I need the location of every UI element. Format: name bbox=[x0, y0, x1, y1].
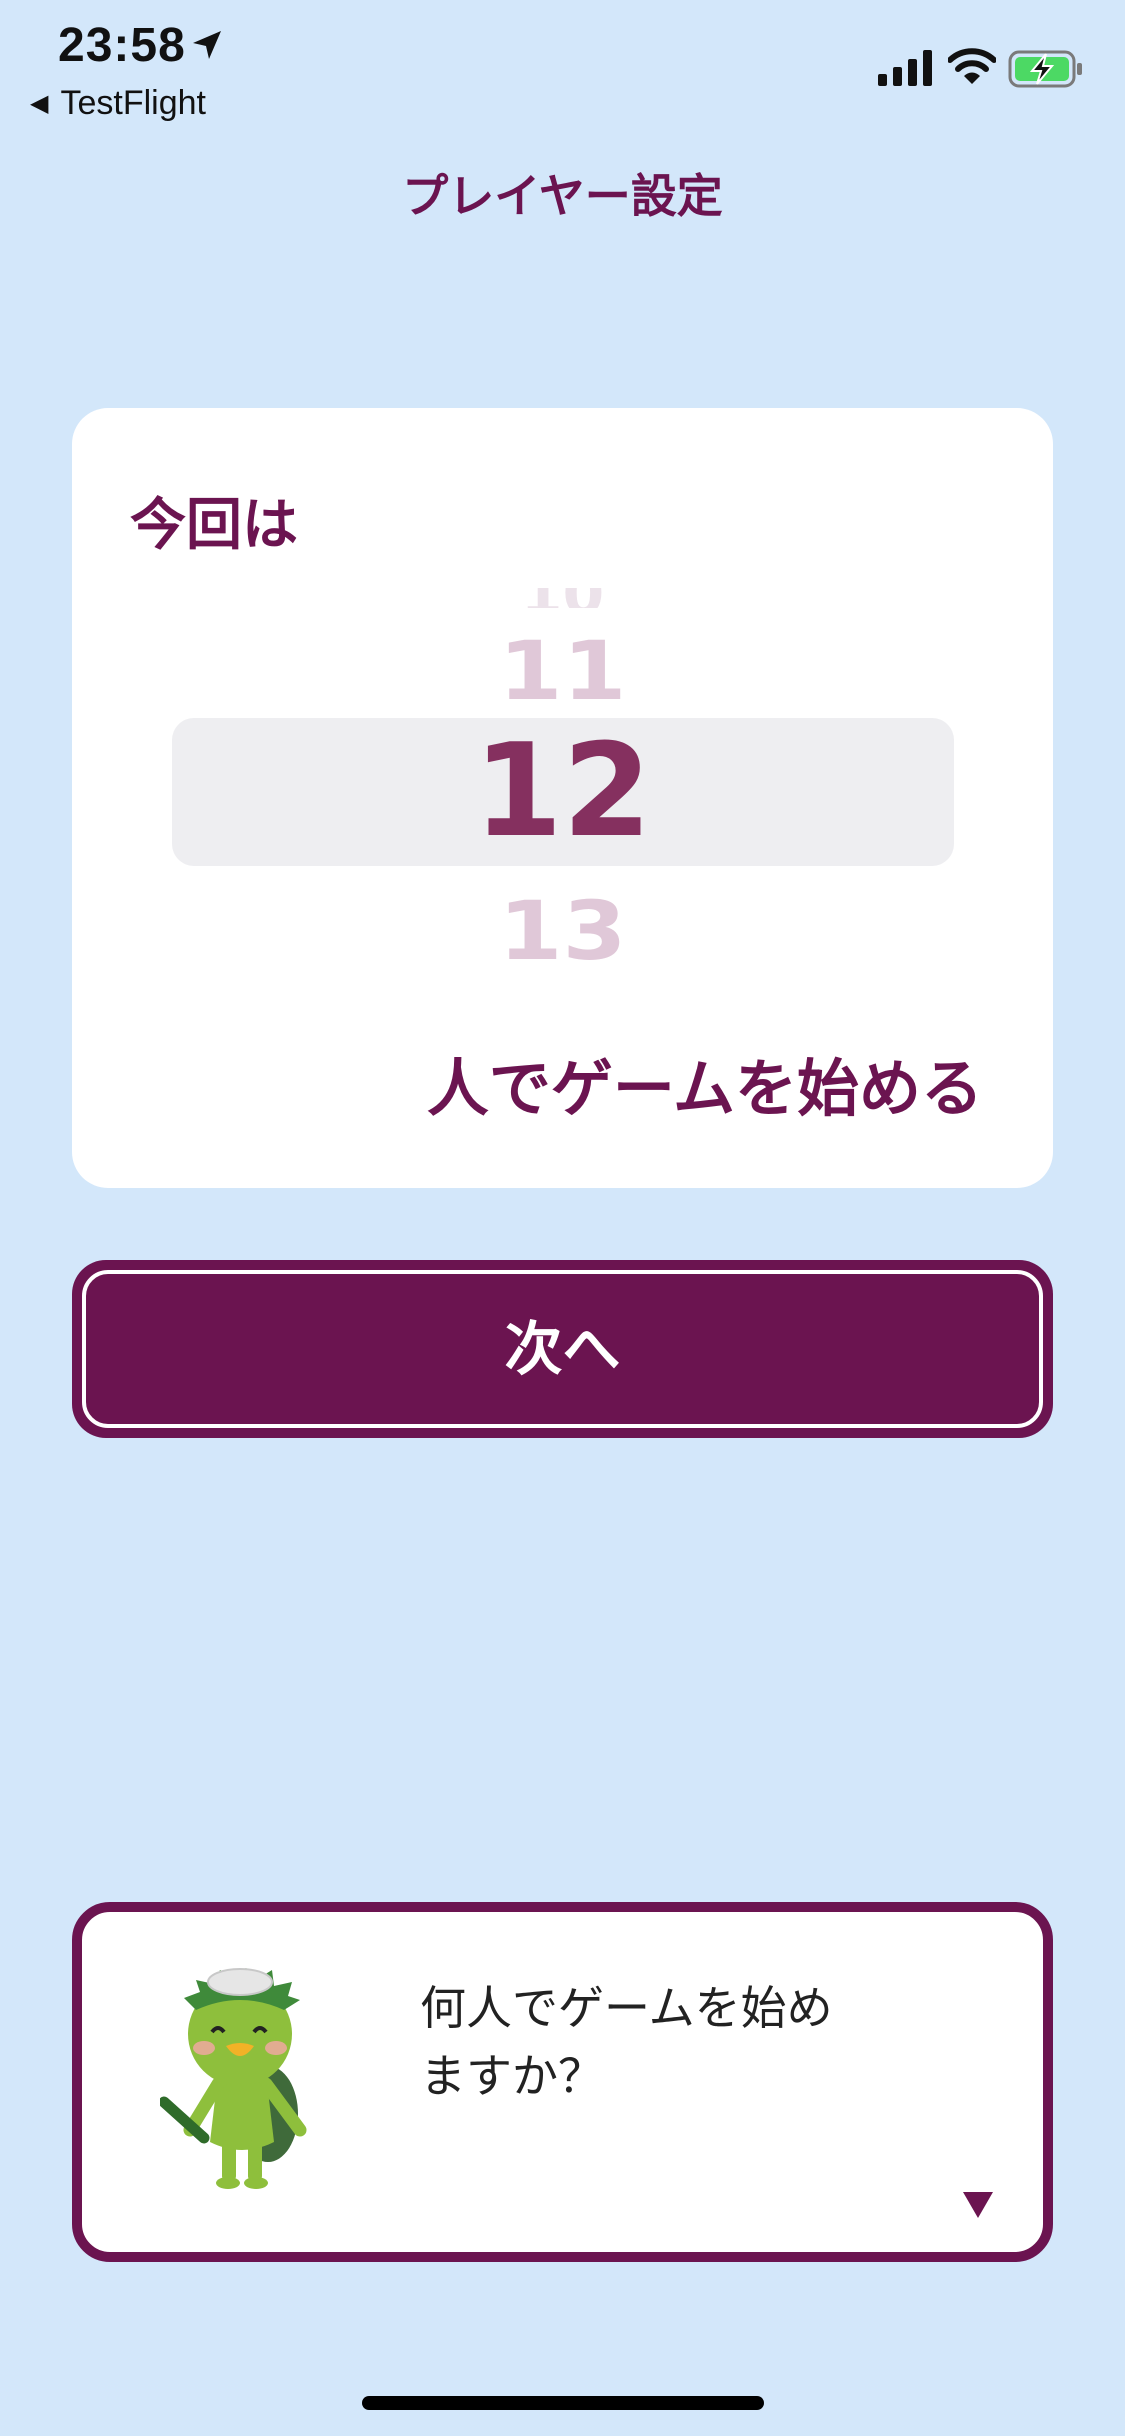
picker-option-edge-bottom: 14 bbox=[72, 978, 1053, 992]
home-indicator[interactable] bbox=[362, 2396, 764, 2410]
signal-icon bbox=[878, 50, 934, 90]
status-time: 23:58 bbox=[58, 19, 186, 72]
picker-option-selected[interactable]: 12 bbox=[72, 718, 1053, 866]
dialog-box[interactable]: 何人でゲームを始め ますか？ bbox=[72, 1902, 1053, 2262]
page-title: プレイヤー設定 bbox=[402, 169, 723, 223]
battery-charging-icon bbox=[1008, 50, 1084, 92]
next-button[interactable]: 次へ bbox=[72, 1260, 1053, 1438]
card-tail-text: 人でゲームを始める bbox=[426, 1052, 983, 1125]
card-lead-text: 今回は bbox=[130, 493, 298, 558]
picker-option-edge-top: 10 bbox=[72, 588, 1053, 608]
picker-option[interactable]: 11 bbox=[72, 624, 1053, 718]
location-arrow-icon bbox=[190, 28, 224, 66]
picker-option[interactable]: 13 bbox=[72, 884, 1053, 978]
next-button-label: 次へ bbox=[504, 1315, 621, 1383]
player-count-card: 今回は 10 11 12 13 14 人でゲームを始める bbox=[72, 408, 1053, 1188]
back-to-app-button[interactable]: ◀ TestFlight bbox=[30, 84, 206, 123]
wifi-icon bbox=[947, 48, 997, 90]
player-count-picker[interactable]: 10 11 12 13 14 bbox=[72, 558, 1053, 998]
dialog-message: 何人でゲームを始め ますか？ bbox=[420, 1981, 833, 2103]
kappa-mascot-icon bbox=[158, 1962, 330, 2201]
back-app-label: TestFlight bbox=[60, 84, 206, 122]
back-triangle-icon: ◀ bbox=[30, 90, 49, 117]
triangle-down-icon[interactable] bbox=[963, 2192, 993, 2218]
status-bar: 23:58 ◀ TestFlight bbox=[0, 0, 1125, 130]
